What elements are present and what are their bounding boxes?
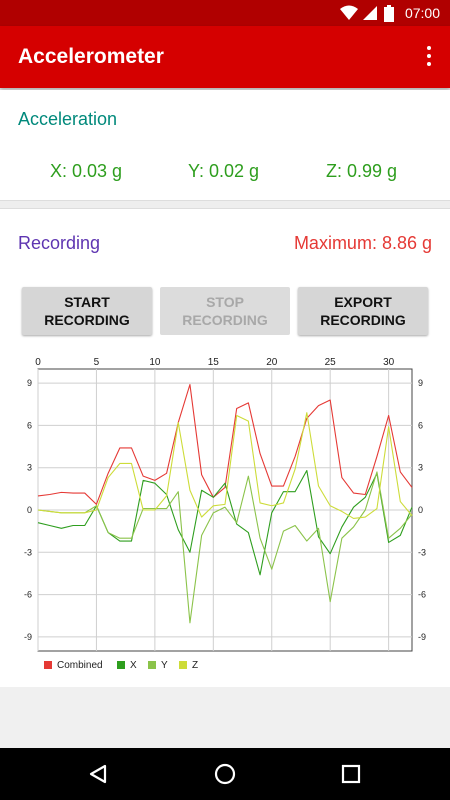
- legend-swatch-y: [148, 661, 156, 669]
- y-tick-label-left: 9: [27, 378, 32, 388]
- x-tick-label: 0: [35, 357, 41, 368]
- empty-area: [0, 687, 450, 748]
- legend-swatch-combined: [44, 661, 52, 669]
- y-tick-label-right: -6: [418, 590, 426, 600]
- app-title: Accelerometer: [18, 45, 164, 68]
- recording-heading: Recording: [18, 233, 101, 253]
- y-tick-label-right: 0: [418, 505, 423, 515]
- legend-label-combined: Combined: [57, 660, 103, 671]
- recording-card: Recording Maximum: 8.86 g START RECORDIN…: [0, 208, 450, 688]
- y-tick-label-left: 0: [27, 505, 32, 515]
- legend-swatch-z: [179, 661, 187, 669]
- x-tick-label: 15: [208, 357, 220, 368]
- y-tick-label-left: -3: [24, 547, 32, 557]
- y-tick-label-left: 3: [27, 463, 32, 473]
- status-bar: 07:00: [0, 0, 450, 26]
- legend-swatch-x: [117, 661, 125, 669]
- y-tick-label-left: -6: [24, 590, 32, 600]
- y-tick-label-right: 6: [418, 420, 423, 430]
- navigation-bar: [0, 748, 450, 800]
- legend-label-z: Z: [192, 660, 198, 671]
- x-tick-label: 5: [94, 357, 100, 368]
- acceleration-heading: Acceleration: [18, 109, 118, 129]
- battery-icon: [384, 5, 394, 22]
- acceleration-z-value: Z: 0.99 g: [326, 161, 398, 181]
- acceleration-y-value: Y: 0.02 g: [188, 161, 260, 181]
- signal-icon: [363, 6, 377, 20]
- x-tick-label: 30: [383, 357, 395, 368]
- legend-label-x: X: [130, 660, 137, 671]
- y-tick-label-right: 9: [418, 378, 423, 388]
- start-recording-button[interactable]: START RECORDING: [22, 287, 152, 335]
- acceleration-card: Acceleration X: 0.03 g Y: 0.02 g Z: 0.99…: [0, 90, 450, 201]
- x-tick-label: 10: [149, 357, 161, 368]
- y-tick-label-left: 6: [27, 420, 32, 430]
- acceleration-x-value: X: 0.03 g: [50, 161, 123, 181]
- y-tick-label-right: -3: [418, 547, 426, 557]
- recents-icon[interactable]: [339, 762, 363, 786]
- y-tick-label-right: 3: [418, 463, 423, 473]
- maximum-value: Maximum: 8.86 g: [293, 233, 432, 253]
- legend-label-y: Y: [161, 660, 168, 671]
- export-recording-button[interactable]: EXPORT RECORDING: [298, 287, 428, 335]
- x-tick-label: 20: [266, 357, 278, 368]
- wifi-icon: [340, 5, 358, 20]
- app-bar: Accelerometer: [0, 26, 450, 88]
- back-icon[interactable]: [87, 762, 111, 786]
- more-vert-icon[interactable]: [424, 46, 434, 68]
- home-icon[interactable]: [213, 762, 237, 786]
- stop-recording-button[interactable]: STOP RECORDING: [160, 287, 290, 335]
- status-time: 07:00: [404, 5, 440, 21]
- recording-chart: 0 5 10 15 20 25 309 96 63 30 0-3 -3-6 -6-9 -9Combined…: [24, 357, 426, 671]
- y-tick-label-left: -9: [24, 632, 32, 642]
- x-tick-label: 25: [325, 357, 337, 368]
- y-tick-label-right: -9: [418, 632, 426, 642]
- series-line-combined: [37, 383, 413, 505]
- series-line-y: [37, 471, 413, 624]
